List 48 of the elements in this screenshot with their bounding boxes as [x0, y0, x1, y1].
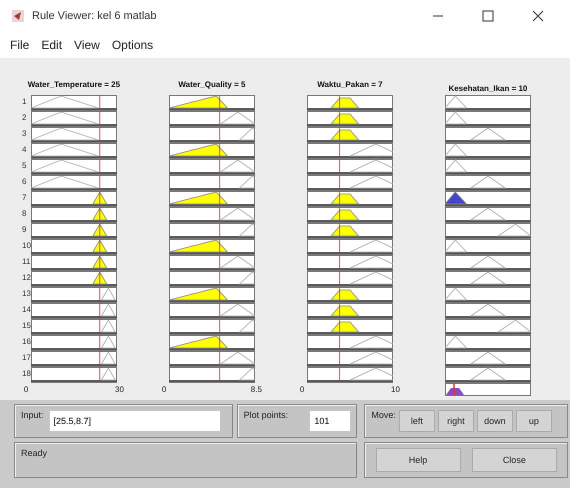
rule-number: 1 — [21, 96, 28, 108]
rule-number: 2 — [21, 112, 28, 124]
rule-number: 6 — [21, 176, 28, 188]
move-button[interactable]: right — [438, 410, 474, 432]
axis-tick-label: 0 — [24, 385, 28, 394]
move-button[interactable]: left — [398, 410, 435, 432]
axis-tick-label: 0 — [300, 385, 304, 394]
window-title: Rule Viewer: kel 6 matlab — [32, 10, 157, 22]
rule-number: 9 — [21, 224, 28, 236]
variable-label: Water_Quality = 5 — [178, 80, 246, 91]
plot-points-field[interactable]: 101 — [310, 411, 350, 431]
rule-number: 18 — [21, 368, 31, 380]
rule-number: 8 — [21, 208, 28, 220]
move-button[interactable]: up — [516, 410, 552, 432]
plot-points-label: Plot points: — [244, 409, 288, 420]
rule-number: 3 — [21, 128, 28, 140]
axis-tick-label: 10 — [391, 385, 400, 394]
menu-item[interactable]: Options — [112, 38, 154, 52]
dialog-button[interactable]: Help — [376, 448, 461, 472]
maximize-icon[interactable] — [482, 10, 494, 22]
rule-number: 16 — [21, 336, 31, 348]
rule-number: 10 — [21, 240, 31, 252]
rule-number: 14 — [21, 304, 31, 316]
input-label: Input: — [21, 409, 44, 420]
move-button[interactable]: down — [476, 410, 513, 432]
menu-item[interactable]: Edit — [41, 38, 62, 52]
rule-number: 13 — [21, 288, 31, 300]
rule-number: 4 — [21, 144, 28, 156]
dialog-button[interactable]: Close — [472, 448, 557, 472]
axis-tick-label: 30 — [115, 385, 124, 394]
rule-number: 17 — [21, 352, 31, 364]
variable-label: Waktu_Pakan = 7 — [317, 80, 383, 91]
close-icon[interactable] — [532, 10, 544, 22]
rule-number: 11 — [21, 256, 31, 268]
rule-number: 5 — [21, 160, 28, 172]
app-icon — [12, 10, 24, 22]
rule-number: 12 — [21, 272, 31, 284]
menu-item[interactable]: View — [74, 38, 100, 52]
axis-tick-label: 8.5 — [250, 385, 262, 394]
axis-tick-label: 0 — [162, 385, 166, 394]
move-label: Move: — [371, 409, 396, 420]
variable-label: Kesehatan_Ikan = 10 — [448, 83, 528, 95]
input-field[interactable]: [25.5,8.7] — [50, 411, 220, 431]
rule-number: 15 — [21, 320, 31, 332]
rule-number: 7 — [21, 192, 28, 204]
menu-item[interactable]: File — [10, 38, 30, 52]
status-text: Ready — [21, 447, 48, 458]
variable-label: Water_Temperature = 25 — [28, 80, 120, 91]
